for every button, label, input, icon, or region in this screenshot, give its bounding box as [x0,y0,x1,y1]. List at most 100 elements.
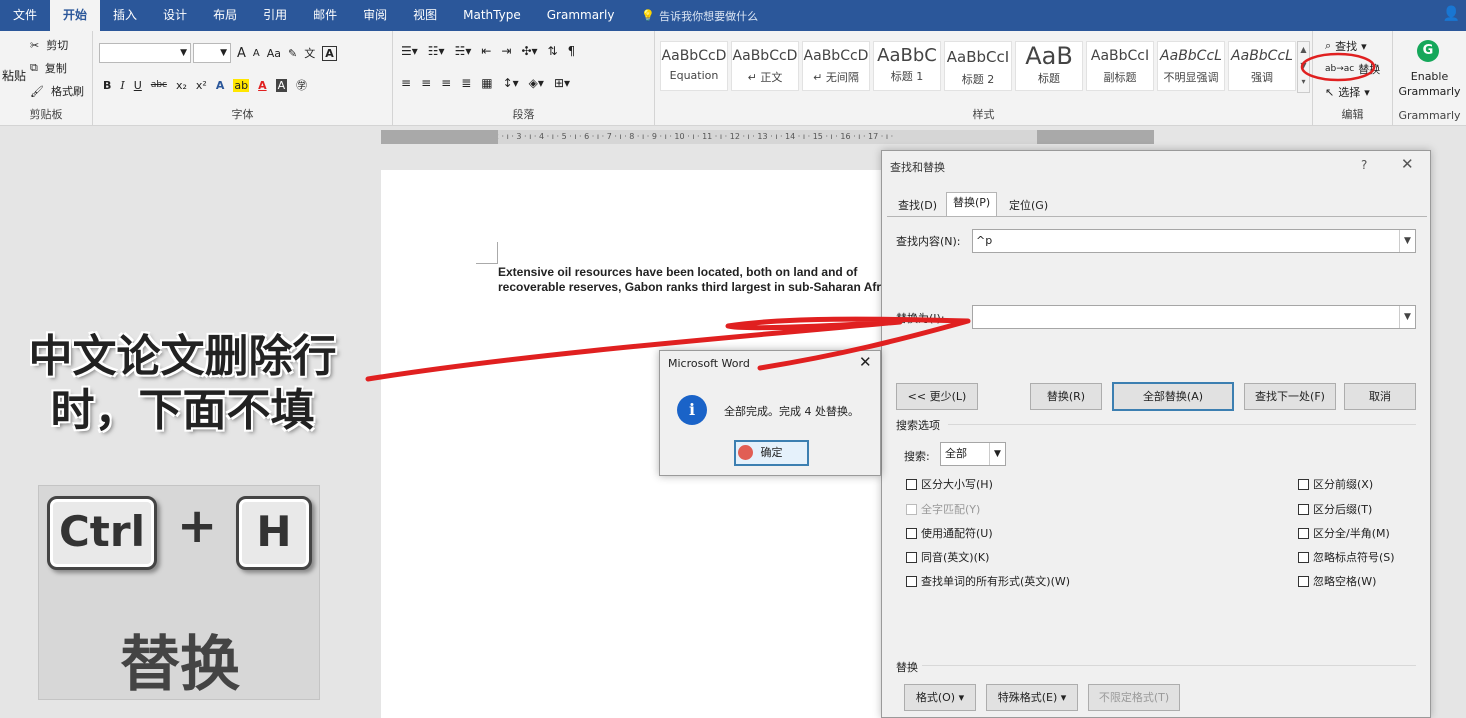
underline-button[interactable]: U [134,79,142,92]
align-left-icon[interactable]: ≡ [401,76,411,90]
tab-layout[interactable]: 布局 [200,0,250,31]
chevron-down-icon[interactable]: ▼ [1399,230,1415,252]
document-text[interactable]: Extensive oil resources have been locate… [498,265,883,295]
close-icon[interactable]: ✕ [1401,155,1414,173]
tab-home[interactable]: 开始 [50,0,101,31]
less-button[interactable]: << 更少(L) [896,383,978,410]
font-name-select[interactable]: ▼ [99,43,191,63]
tab-replace[interactable]: 替换(P) [946,192,998,217]
chevron-down-icon[interactable]: ▼ [1399,306,1415,328]
editing-group: ⌕ 查找 ▾ ab→ac 替换 ↖ 选择 ▾ 编辑 [1313,31,1393,126]
change-case-button[interactable]: Aa [267,47,281,60]
styles-scroll[interactable]: ▲ ▼ ▾ [1297,41,1310,93]
option-wildcards[interactable]: 使用通配符(U) [906,525,993,541]
align-right-icon[interactable]: ≡ [441,76,451,90]
tab-references[interactable]: 引用 [250,0,300,31]
cancel-button[interactable]: 取消 [1344,383,1416,410]
help-icon[interactable]: ? [1361,158,1367,172]
replace-all-button[interactable]: 全部替换(A) [1112,382,1234,411]
style-sample: AaBbCcL [1231,48,1293,64]
font-size-select[interactable]: ▼ [193,43,231,63]
tab-design[interactable]: 设计 [150,0,200,31]
search-direction-select[interactable]: 全部 ▼ [940,442,1006,466]
option-match-width[interactable]: 区分全/半角(M) [1298,525,1390,541]
tab-insert[interactable]: 插入 [100,0,150,31]
tab-mailings[interactable]: 邮件 [300,0,350,31]
text-effects-icon[interactable]: A [216,79,225,92]
option-match-case[interactable]: 区分大小写(H) [906,476,993,492]
char-shading-icon[interactable]: A [275,78,288,92]
numbering-icon[interactable]: ☷▾ [428,44,445,58]
char-border-icon[interactable]: A [322,45,337,61]
shading-icon[interactable]: ◈▾ [529,76,544,90]
font-color-icon[interactable]: A [258,79,267,92]
option-ignore-space[interactable]: 忽略空格(W) [1298,573,1376,589]
clear-format-icon[interactable]: ✎ [288,47,297,60]
option-sounds-like[interactable]: 同音(英文)(K) [906,549,989,565]
show-marks-icon[interactable]: ¶ [568,44,576,58]
superscript-button[interactable]: x² [196,79,207,92]
find-label: 查找 [1335,40,1358,53]
style-normal[interactable]: AaBbCcD ↵ 正文 [731,41,799,91]
format-painter-button[interactable]: 🖌 格式刷 [30,83,84,99]
tell-me-box[interactable]: 💡 告诉我你想要做什么 [627,8,758,24]
style-title[interactable]: AaB 标题 [1015,41,1083,91]
style-heading-1[interactable]: AaBbC 标题 1 [873,41,941,91]
option-ignore-punctuation[interactable]: 忽略标点符号(S) [1298,549,1395,565]
replace-button[interactable]: 替换(R) [1030,383,1102,410]
style-subtle-emphasis[interactable]: AaBbCcL 不明显强调 [1157,41,1225,91]
option-match-suffix[interactable]: 区分后缀(T) [1298,501,1372,517]
grammarly-icon[interactable]: G [1417,40,1439,62]
justify-icon[interactable]: ≣ [461,76,471,90]
decrease-indent-icon[interactable]: ⇤ [481,44,491,58]
find-button[interactable]: ⌕ 查找 ▾ [1325,38,1367,54]
style-heading-2[interactable]: AaBbCcI 标题 2 [944,41,1012,91]
line-spacing-icon[interactable]: ↕▾ [503,76,519,90]
grow-font-button[interactable]: A [237,46,246,61]
strikethrough-button[interactable]: abc [151,80,167,90]
tab-review[interactable]: 审阅 [350,0,400,31]
align-center-icon[interactable]: ≡ [421,76,431,90]
subscript-button[interactable]: x₂ [176,79,187,92]
sort-icon[interactable]: ⇅ [548,44,558,58]
special-button[interactable]: 特殊格式(E) ▾ [986,684,1078,711]
increase-indent-icon[interactable]: ⇥ [501,44,511,58]
shrink-font-button[interactable]: A [253,48,260,59]
find-input[interactable]: ^p ▼ [972,229,1416,253]
find-next-button[interactable]: 查找下一处(F) [1244,383,1336,410]
user-icon[interactable]: 👤 [1443,6,1460,22]
style-no-spacing[interactable]: AaBbCcD ↵ 无间隔 [802,41,870,91]
chevron-down-icon[interactable]: ▼ [989,443,1005,465]
bullets-icon[interactable]: ☰▾ [401,44,418,58]
tab-goto[interactable]: 定位(G) [1002,195,1055,217]
style-emphasis[interactable]: AaBbCcL 强调 [1228,41,1296,91]
italic-button[interactable]: I [120,79,124,92]
tab-file[interactable]: 文件 [0,0,50,31]
select-button[interactable]: ↖ 选择 ▾ [1325,84,1370,100]
cut-button[interactable]: ✂ 剪切 [30,37,68,53]
borders-icon[interactable]: ⊞▾ [554,76,570,90]
paste-button[interactable]: 粘贴 [2,67,26,84]
highlight-icon[interactable]: ab [233,78,250,92]
chinese-layout-icon[interactable]: ✣▾ [521,44,537,58]
option-all-word-forms[interactable]: 查找单词的所有形式(英文)(W) [906,573,1070,589]
tab-find[interactable]: 查找(D) [891,195,944,217]
replace-button[interactable]: ab→ac 替换 [1325,61,1380,77]
close-icon[interactable]: ✕ [859,353,872,371]
tab-mathtype[interactable]: MathType [450,0,534,31]
enable-grammarly-button[interactable]: Enable Grammarly [1393,69,1466,99]
style-subtitle[interactable]: AaBbCcI 副标题 [1086,41,1154,91]
enclose-char-icon[interactable]: ㊫ [296,77,307,93]
tab-grammarly[interactable]: Grammarly [534,0,628,31]
multilevel-list-icon[interactable]: ☵▾ [455,44,472,58]
option-match-prefix[interactable]: 区分前缀(X) [1298,476,1373,492]
checkbox-icon [906,551,917,563]
format-button[interactable]: 格式(O) ▾ [904,684,976,711]
bold-button[interactable]: B [103,79,111,92]
replace-input[interactable]: ▼ [972,305,1416,329]
tab-view[interactable]: 视图 [400,0,450,31]
distributed-icon[interactable]: ▦ [481,76,492,90]
copy-button[interactable]: ⧉ 复制 [30,60,67,76]
phonetic-guide-icon[interactable]: 文 [304,45,315,61]
style-equation[interactable]: AaBbCcD Equation [660,41,728,91]
